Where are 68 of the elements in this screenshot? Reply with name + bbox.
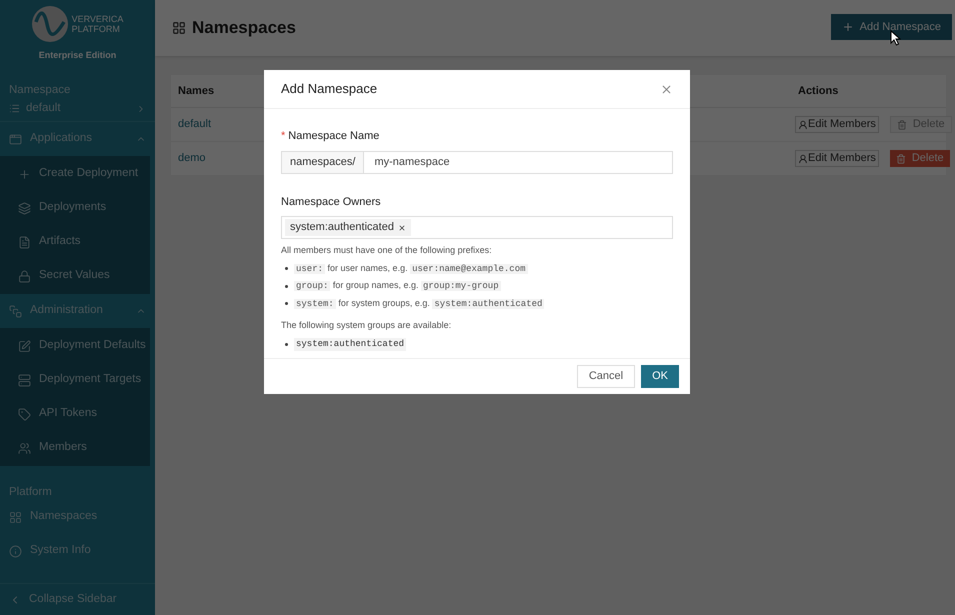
sidebar-item[interactable]: Deployment Targets xyxy=(0,363,150,397)
bullet-icon xyxy=(285,302,288,306)
logo-text: VERVERICA xyxy=(72,14,124,24)
prefix-note: group: for group names, e.g. group:my-group xyxy=(294,279,501,293)
plus-icon xyxy=(18,168,31,180)
namespace-name-field[interactable]: my-namespace xyxy=(364,150,673,174)
list-icon xyxy=(9,103,20,114)
sidebar-group[interactable]: Applications xyxy=(0,122,155,156)
close-icon[interactable] xyxy=(660,82,673,96)
grid-icon xyxy=(9,510,22,524)
logo-icon xyxy=(32,6,68,42)
section-label: Platform xyxy=(8,485,53,500)
logo-text: PLATFORM xyxy=(72,24,121,34)
field-label: * Namespace Name xyxy=(281,128,673,144)
edition-label: Enterprise Edition xyxy=(38,49,116,62)
owner-tag: system:authenticated xyxy=(285,219,411,236)
add-namespace-button[interactable]: Add Namespace xyxy=(830,14,952,40)
hint-text: The following system groups are available: xyxy=(281,319,452,332)
column-header: Actions xyxy=(797,84,840,99)
page-title: Namespaces xyxy=(192,17,297,40)
sidebar-item[interactable]: Namespaces xyxy=(0,500,155,534)
bullet-icon xyxy=(285,342,288,346)
users-icon xyxy=(18,442,31,454)
delete-button[interactable]: Delete xyxy=(890,150,950,167)
sidebar-item[interactable]: Deployment Defaults xyxy=(0,329,150,363)
server-icon xyxy=(18,374,31,386)
namespace-link[interactable]: default xyxy=(178,118,212,130)
bullet-icon xyxy=(285,284,288,288)
hint-text: All members must have one of the following prefixes: xyxy=(281,244,493,257)
sidebar-item[interactable]: Members xyxy=(0,431,150,465)
bullet-icon xyxy=(285,267,288,270)
column-header: Names xyxy=(178,84,214,97)
edit-members-button[interactable]: Edit Members xyxy=(795,150,879,167)
cancel-button[interactable]: Cancel xyxy=(576,365,636,388)
field-prefix: namespaces/ xyxy=(281,150,364,174)
edit-icon xyxy=(18,340,31,352)
dialog-title: Add Namespace xyxy=(281,80,378,98)
tag-icon xyxy=(18,408,31,420)
sidebar-item[interactable]: Create Deployment xyxy=(0,157,150,191)
file-icon xyxy=(18,236,31,248)
info-icon xyxy=(9,544,22,558)
namespace-link[interactable]: demo xyxy=(178,152,206,164)
trash-icon xyxy=(896,120,907,130)
prefix-note: user: for user names, e.g. user:name@example.com xyxy=(294,262,528,276)
sidebar-item[interactable]: System Info xyxy=(0,534,155,568)
user-icon xyxy=(798,120,808,130)
trash-icon xyxy=(896,154,906,164)
sidebar-item[interactable]: Secret Values xyxy=(0,259,150,293)
prefix-note: system: for system groups, e.g. system:authenticated xyxy=(294,296,544,310)
sidebar-group[interactable]: Administration xyxy=(0,294,155,328)
sidebar-item[interactable]: API Tokens xyxy=(0,397,150,431)
stack-icon xyxy=(9,304,22,318)
group-name: system:authenticated xyxy=(294,338,406,351)
lock-icon xyxy=(18,270,31,282)
edit-members-button[interactable]: Edit Members xyxy=(795,116,879,133)
window-icon xyxy=(9,132,22,146)
grid-icon xyxy=(172,21,186,35)
sidebar-item[interactable]: Artifacts xyxy=(0,225,150,259)
sidebar-item[interactable]: Deployments xyxy=(0,191,150,225)
remove-icon[interactable] xyxy=(398,224,406,232)
required-mark: * xyxy=(281,129,286,144)
section-label: Namespace xyxy=(8,83,72,96)
plus-icon xyxy=(842,21,854,33)
owners-field[interactable]: system:authenticated xyxy=(281,216,673,239)
layers-icon xyxy=(18,202,31,214)
field-label: Namespace Owners xyxy=(281,194,382,210)
ok-button[interactable]: OK xyxy=(641,365,679,388)
user-icon xyxy=(798,154,808,164)
